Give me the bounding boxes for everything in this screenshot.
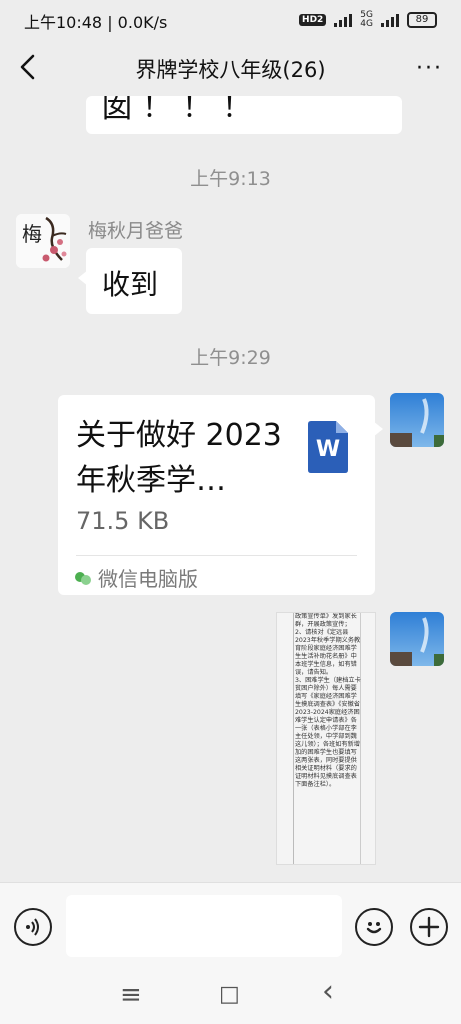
file-name: 关于做好 2023 年秋季学… xyxy=(76,418,282,498)
file-type-letter: W xyxy=(315,437,341,462)
hd-badge: HD2 xyxy=(299,14,327,26)
input-bar xyxy=(0,882,461,970)
file-message-card[interactable]: 关于做好 2023 年秋季学… 71.5 KB W 微信电脑版 xyxy=(58,395,383,595)
status-bar: 上午10:48 | 0.0K/s HD2 5G 4G 89 xyxy=(0,0,461,40)
voice-input-button[interactable] xyxy=(14,908,52,946)
my-avatar[interactable] xyxy=(390,393,444,447)
document-photo-text: 政策宣传单》发到家长群，开展政策宣传； 2、请核对《定远县2023年秋季学期义务… xyxy=(295,613,361,788)
more-options-button[interactable]: ··· xyxy=(416,56,443,81)
sender-avatar[interactable]: 梅 xyxy=(16,214,70,268)
previous-message-bubble[interactable]: 囡！！！ xyxy=(86,96,402,134)
chat-header: 界牌学校八年级(26) ··· xyxy=(0,40,461,96)
status-time-speed: 上午10:48 | 0.0K/s xyxy=(24,13,168,32)
network-type-icon: 5G 4G xyxy=(360,10,373,29)
file-size: 71.5 KB xyxy=(76,507,170,535)
chat-title: 界牌学校八年级(26) xyxy=(135,58,326,82)
file-source: 微信电脑版 xyxy=(74,563,198,592)
back-nav-button[interactable]: ‹ xyxy=(322,974,334,1009)
menu-nav-button[interactable]: ≡ xyxy=(120,980,142,1010)
system-nav-bar: ≡ □ ‹ xyxy=(0,970,461,1024)
sender-name: 梅秋月爸爸 xyxy=(88,220,184,242)
page-margin-line xyxy=(293,613,294,864)
more-functions-button[interactable] xyxy=(410,908,448,946)
signal-icon xyxy=(334,13,353,27)
signal-icon-2 xyxy=(381,13,399,27)
divider xyxy=(76,555,357,556)
sky-photo-avatar-icon xyxy=(390,612,444,666)
my-avatar[interactable] xyxy=(390,612,444,666)
bubble-tail xyxy=(78,270,88,286)
message-bubble[interactable]: 收到 xyxy=(78,248,182,314)
timestamp: 上午9:29 xyxy=(190,347,271,369)
image-message[interactable]: 政策宣传单》发到家长群，开展政策宣传； 2、请核对《定远县2023年秋季学期义务… xyxy=(276,612,376,865)
bubble-tail xyxy=(373,421,383,437)
previous-message-text: 囡！！！ xyxy=(102,96,262,125)
timestamp: 上午9:13 xyxy=(190,168,271,190)
voice-icon xyxy=(26,918,39,936)
message-input[interactable] xyxy=(66,895,342,957)
avatar-character: 梅 xyxy=(22,222,42,246)
emoji-button[interactable] xyxy=(355,908,393,946)
file-source-label: 微信电脑版 xyxy=(98,567,198,591)
smiley-icon xyxy=(366,922,382,934)
plus-icon xyxy=(418,916,440,938)
sky-photo-avatar-icon xyxy=(390,393,444,447)
wechat-icon xyxy=(75,571,91,585)
battery-icon: 89 xyxy=(407,12,437,28)
word-document-icon: W xyxy=(308,421,348,473)
home-nav-button[interactable]: □ xyxy=(219,982,240,1007)
message-text: 收到 xyxy=(102,268,159,301)
